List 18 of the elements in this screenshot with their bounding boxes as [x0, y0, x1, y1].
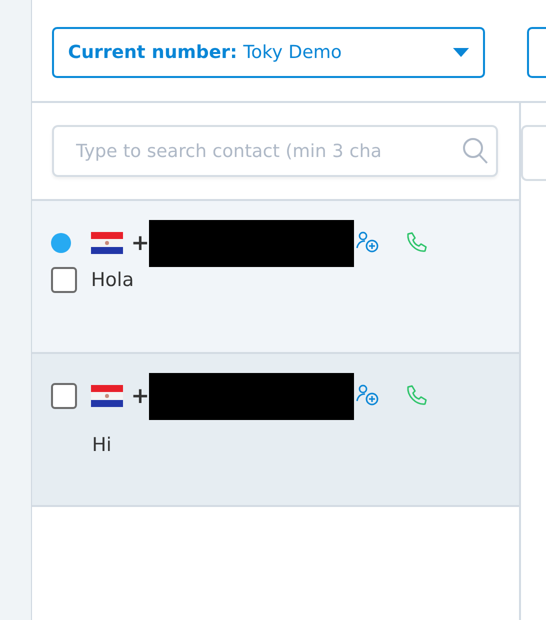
phone-prefix: +: [131, 230, 150, 256]
add-contact-icon[interactable]: [356, 384, 380, 408]
search-field[interactable]: Type to search contact (min 3 cha: [52, 125, 498, 177]
search-icon: [462, 137, 488, 165]
caret-icon: [452, 48, 469, 57]
number-dropdown[interactable]: Current number: Toky Demo: [52, 27, 485, 78]
search-input[interactable]: Type to search contact (min 3 cha: [74, 140, 462, 162]
flag-icon: [91, 232, 123, 254]
checkbox[interactable]: [51, 383, 77, 409]
message-preview: Hi: [92, 434, 112, 456]
phone-prefix: +: [131, 384, 150, 408]
conversation-item[interactable]: + Hola: [32, 201, 519, 354]
add-contact-icon[interactable]: [356, 231, 380, 255]
conversation-item[interactable]: + Hi: [32, 354, 519, 507]
message-preview: Hola: [91, 269, 134, 291]
flag-icon: [91, 385, 123, 407]
checkbox[interactable]: [51, 267, 77, 293]
select-field[interactable]: [526, 27, 546, 78]
